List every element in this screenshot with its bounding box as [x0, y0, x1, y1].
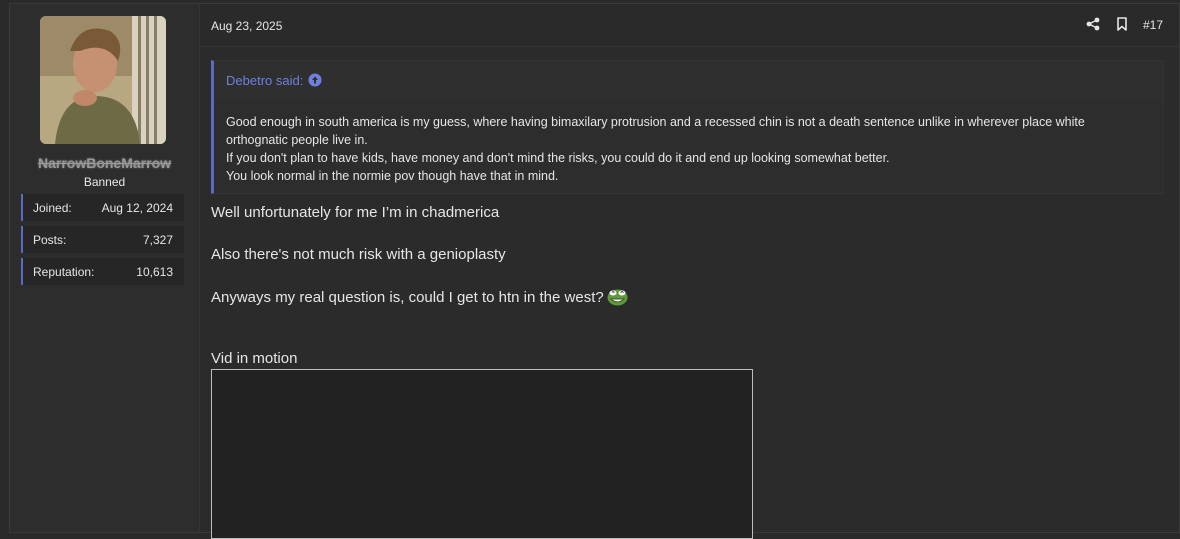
message-paragraph-with-emoji: Anyways my real question is, could I get… [211, 288, 628, 306]
post-date[interactable]: Aug 23, 2025 [211, 19, 282, 33]
quote-author-link[interactable]: Debetro said: [226, 73, 303, 88]
message-paragraph: Also there's not much risk with a geniop… [211, 246, 506, 263]
stat-reputation: Reputation: 10,613 [21, 258, 184, 285]
quote-block: Debetro said: Good enough in south ameri… [211, 60, 1164, 194]
avatar[interactable] [40, 16, 166, 144]
quote-line: If you don't plan to have kids, have mon… [226, 151, 890, 165]
message-paragraph: Well unfortunately for me I’m in chadmer… [211, 204, 500, 221]
post-container: NarrowBoneMarrow Banned Joined: Aug 12, … [9, 3, 1180, 539]
quote-line: You look normal in the normie pov though… [226, 169, 559, 183]
stat-label: Joined: [33, 200, 72, 215]
post-header: Aug 23, 2025 #17 [200, 4, 1179, 47]
message-text: Anyways my real question is, could I get… [211, 289, 604, 306]
video-embed[interactable] [211, 369, 753, 539]
avatar-image [40, 16, 166, 144]
bookmark-icon[interactable] [1116, 17, 1128, 31]
stat-value: 10,613 [136, 264, 173, 279]
post-main: Aug 23, 2025 #17 Debetro said: Good enou… [200, 4, 1179, 539]
stat-posts: Posts: 7,327 [21, 226, 184, 253]
stat-value: Aug 12, 2024 [101, 200, 173, 215]
share-icon[interactable] [1086, 17, 1100, 31]
quote-header: Debetro said: [214, 61, 1163, 99]
post-number[interactable]: #17 [1143, 18, 1163, 32]
stat-joined: Joined: Aug 12, 2024 [21, 194, 184, 221]
laughing-pepe-emoji-icon [607, 288, 628, 306]
stat-value[interactable]: 7,327 [143, 233, 173, 247]
quote-body: Good enough in south america is my guess… [226, 113, 1126, 185]
user-title: Banned [83, 175, 126, 189]
stat-label: Reputation: [33, 264, 95, 279]
message-paragraph: Vid in motion [211, 350, 298, 367]
quote-line: Good enough in south america is my guess… [226, 115, 1085, 147]
user-info-column: NarrowBoneMarrow Banned Joined: Aug 12, … [10, 4, 200, 532]
username[interactable]: NarrowBoneMarrow [10, 155, 199, 171]
stat-label: Posts: [33, 232, 67, 247]
arrow-up-circle-icon[interactable] [308, 73, 322, 87]
